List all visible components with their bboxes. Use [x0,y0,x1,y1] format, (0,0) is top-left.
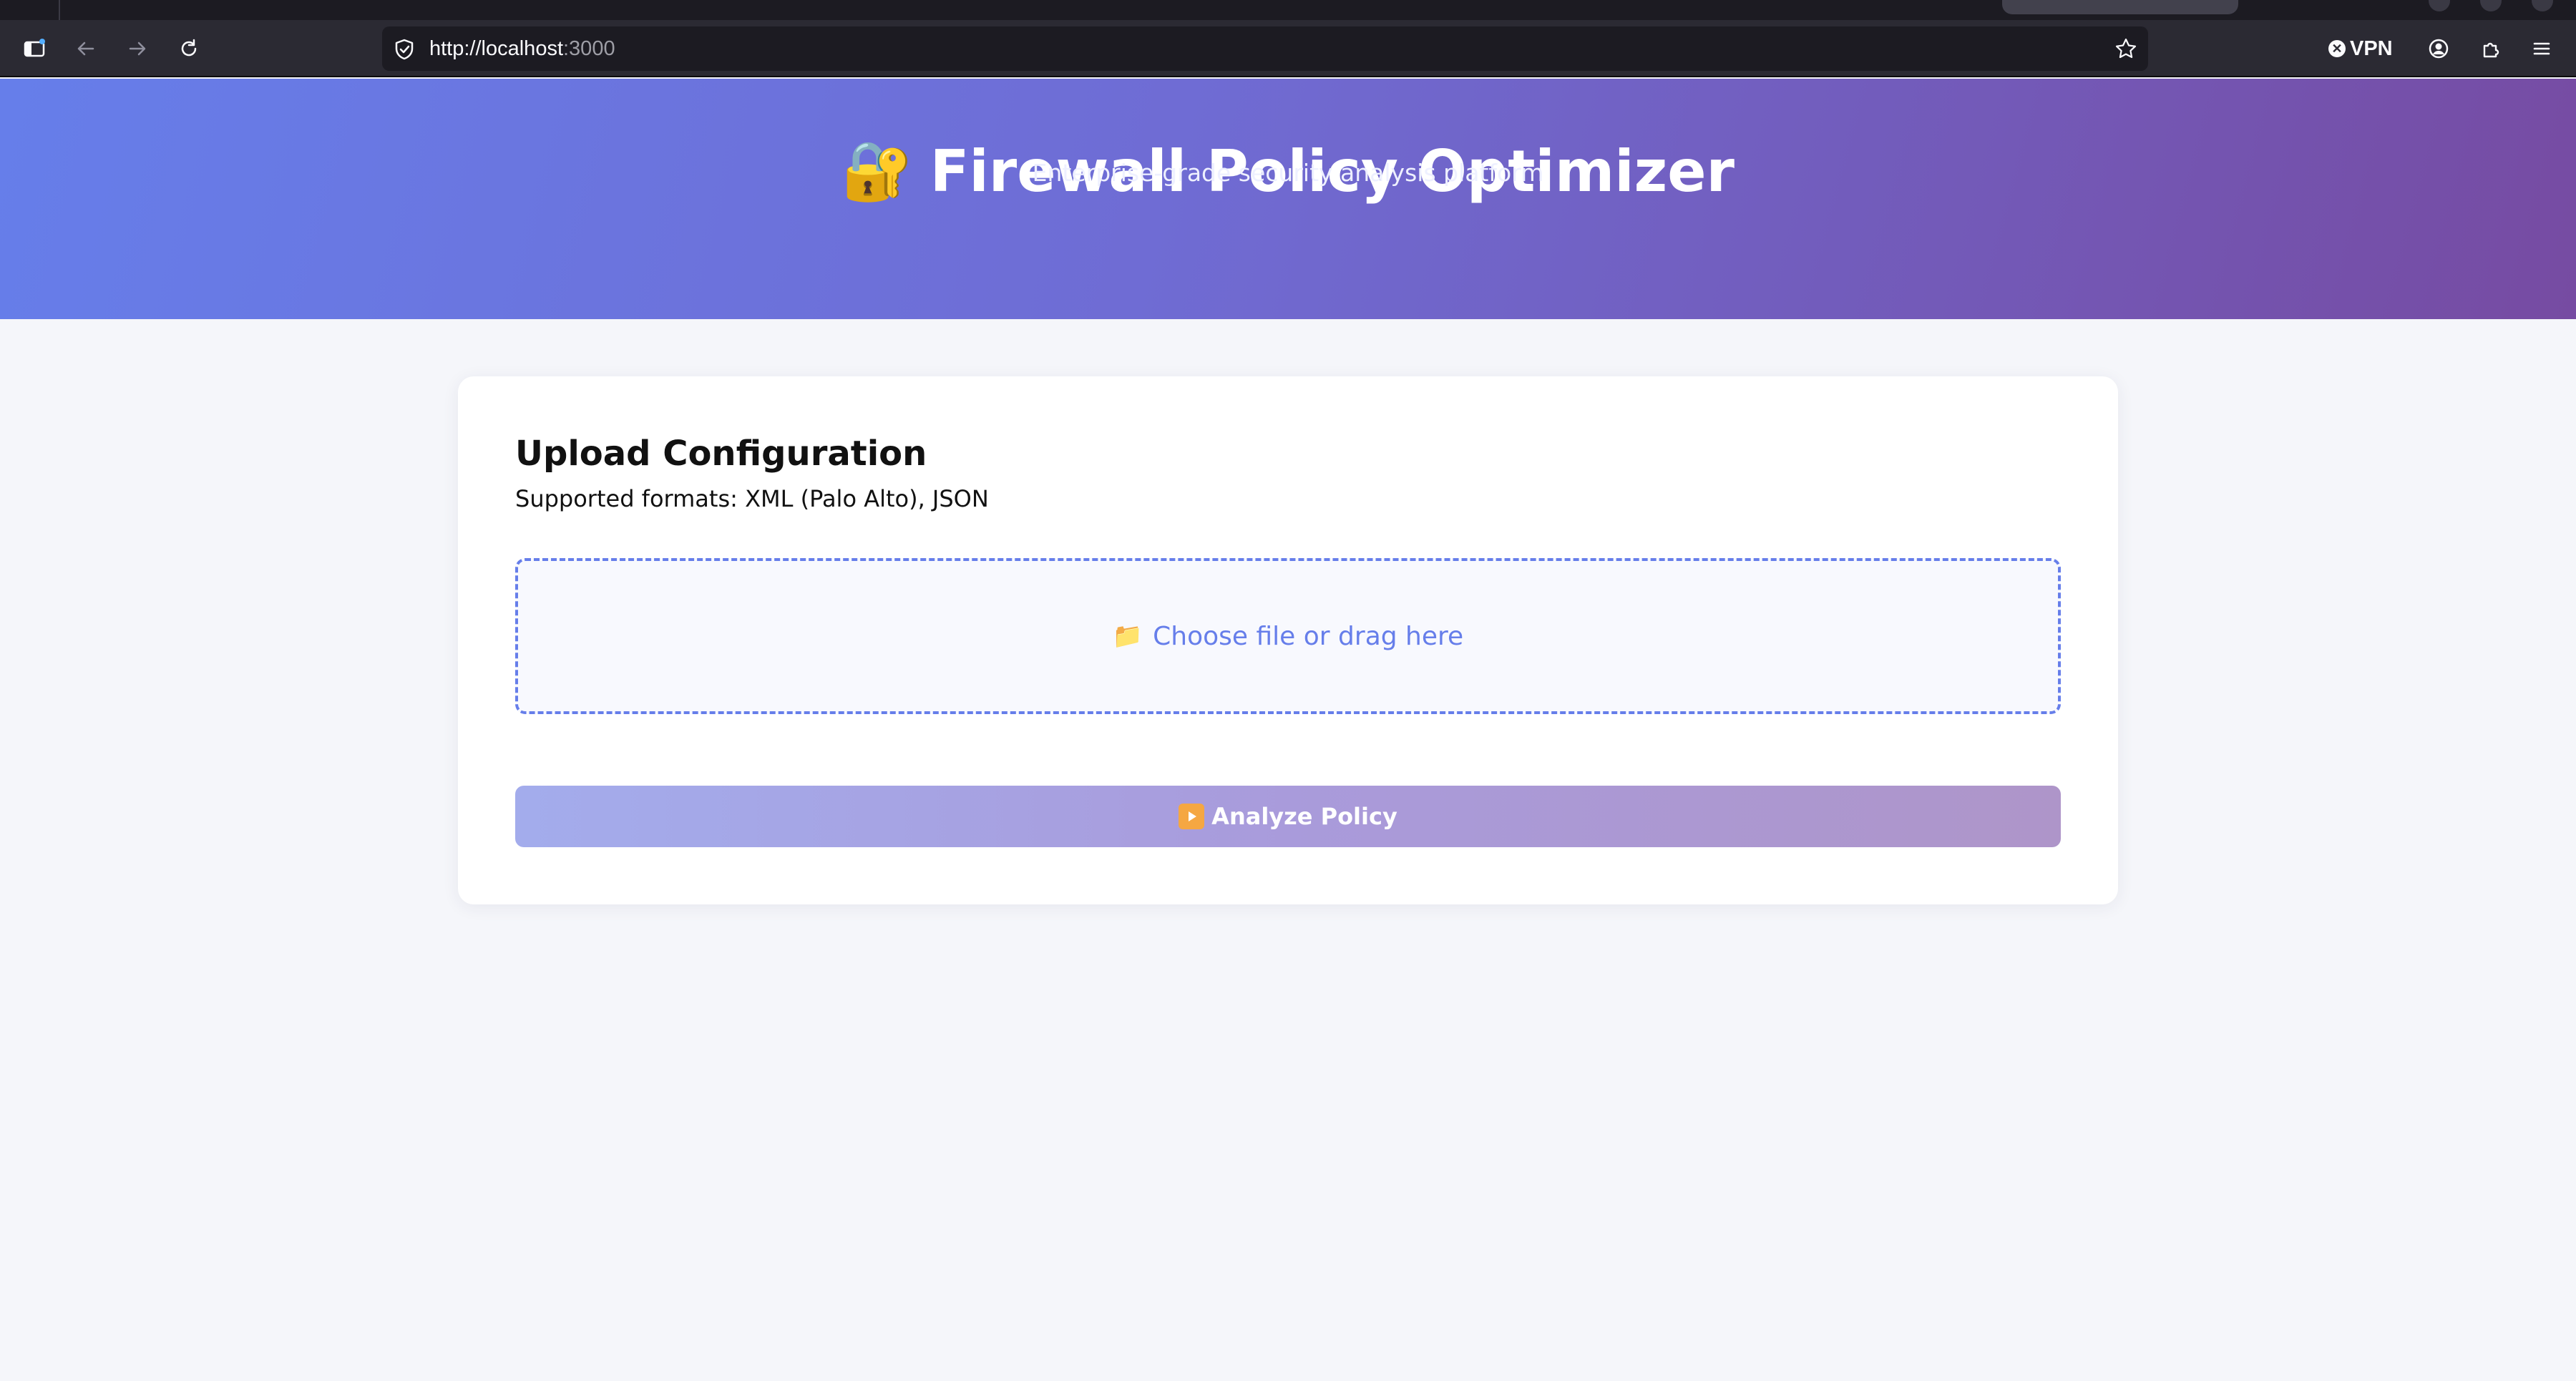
analyze-policy-button[interactable]: Analyze Policy [515,786,2061,847]
upload-card: Upload Configuration Supported formats: … [458,376,2118,904]
play-icon [1179,804,1205,829]
browser-tabstrip [0,0,2576,20]
vpn-button[interactable]: ✕ VPN [2328,34,2393,63]
analyze-policy-label: Analyze Policy [1211,803,1397,830]
vpn-label: VPN [2350,36,2393,60]
url-text[interactable]: http://localhost:3000 [429,26,615,71]
browser-toolbar: http://localhost:3000 ✕ VPN [0,20,2576,77]
shield-icon[interactable] [392,37,416,62]
window-close-button[interactable] [2532,0,2553,11]
sidebar-icon[interactable] [20,34,49,63]
url-host: http://localhost [429,37,563,60]
vpn-off-icon: ✕ [2328,40,2346,57]
browser-tab[interactable] [2002,0,2238,14]
menu-icon[interactable] [2527,34,2556,63]
folder-icon: 📁 [1112,622,1143,650]
supported-formats: Supported formats: XML (Palo Alto), JSON [515,485,989,512]
forward-icon[interactable] [123,34,152,63]
account-icon[interactable] [2424,34,2453,63]
back-icon[interactable] [72,34,100,63]
page-header: 🔐 Firewall Policy Optimizer Enterprise-g… [0,79,2576,319]
file-dropzone[interactable]: 📁 Choose file or drag here [515,558,2061,714]
window-minimize-button[interactable] [2429,0,2450,11]
url-bar[interactable]: http://localhost:3000 [382,26,2148,71]
bookmark-star-icon[interactable] [2114,36,2138,61]
window-maximize-button[interactable] [2480,0,2502,11]
dropzone-label: Choose file or drag here [1153,621,1464,651]
page-subtitle: Enterprise-grade security analysis platf… [1032,159,1544,187]
extensions-icon[interactable] [2476,34,2504,63]
upload-title: Upload Configuration [515,434,927,474]
url-port: :3000 [563,37,615,60]
reload-icon[interactable] [175,34,203,63]
tab-separator [59,0,60,20]
